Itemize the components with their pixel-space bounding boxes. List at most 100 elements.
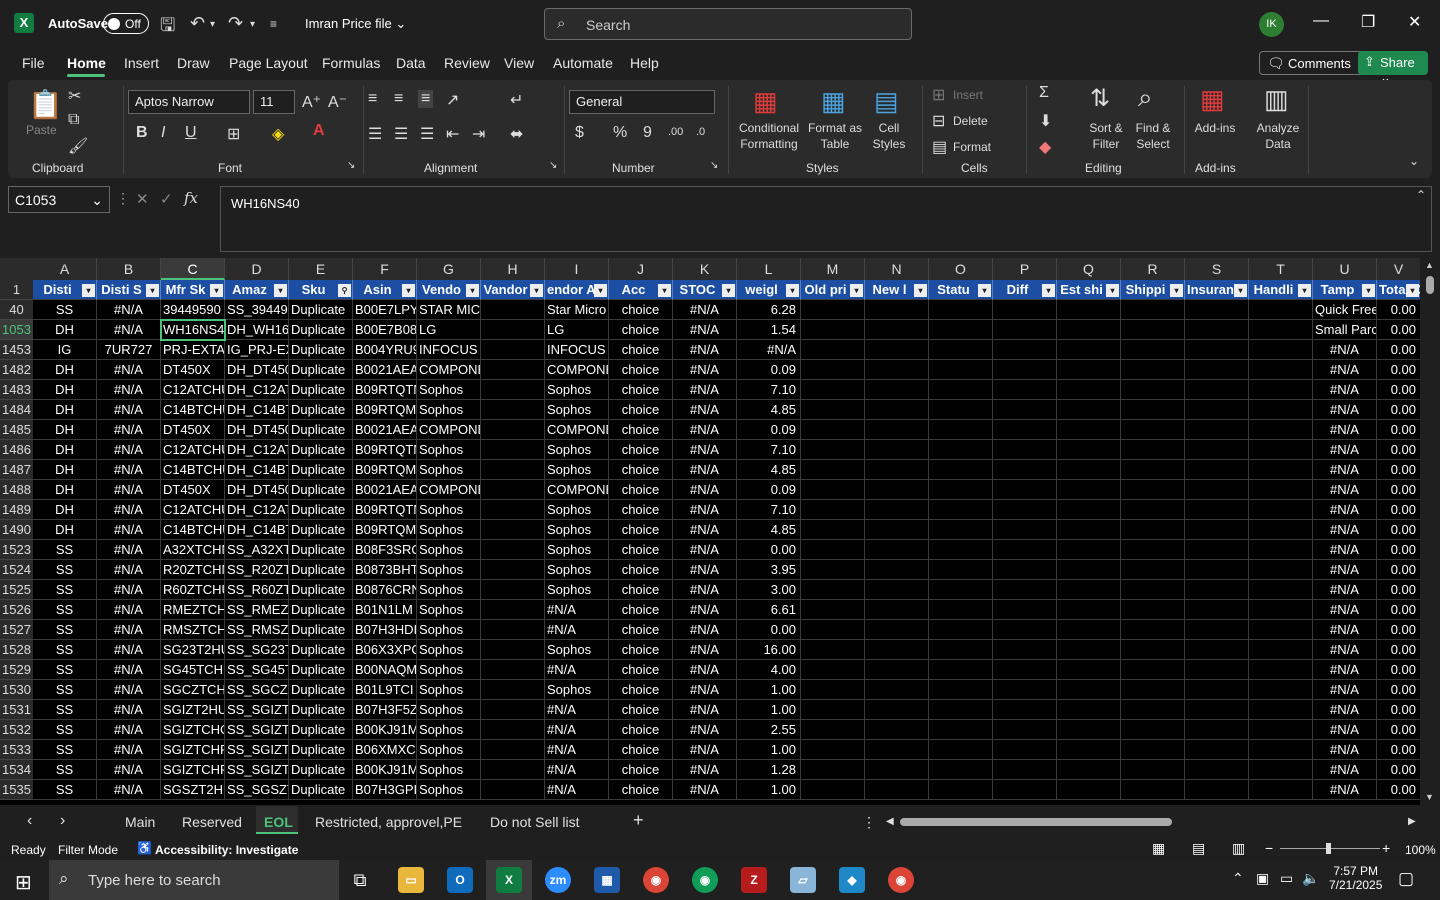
cell-d1535[interactable]: SS_SGSZT2 (225, 780, 289, 800)
cell-f1534[interactable]: B00KJ91M (353, 760, 417, 780)
italic-icon[interactable]: I (161, 124, 165, 142)
cell-s1533[interactable] (1185, 740, 1249, 760)
cell-k1524[interactable]: #N/A (673, 560, 737, 580)
autosum-icon[interactable]: Σ (1039, 84, 1049, 102)
column-header-m[interactable]: M (801, 258, 865, 280)
cell-g1532[interactable]: Sophos (417, 720, 481, 740)
cell-k1523[interactable]: #N/A (673, 540, 737, 560)
next-sheet-icon[interactable]: › (60, 812, 65, 830)
cell-q1533[interactable] (1057, 740, 1121, 760)
cell-m1523[interactable] (801, 540, 865, 560)
cell-m1533[interactable] (801, 740, 865, 760)
cell-o1489[interactable] (929, 500, 993, 520)
cell-k1531[interactable]: #N/A (673, 700, 737, 720)
cell-r1053[interactable] (1121, 320, 1185, 340)
increase-indent-icon[interactable]: ⇥ (472, 124, 485, 144)
cell-f1531[interactable]: B07H3F5Z (353, 700, 417, 720)
cell-c1529[interactable]: SG45TCHP (161, 660, 225, 680)
cell-t1488[interactable] (1249, 480, 1313, 500)
cell-s1529[interactable] (1185, 660, 1249, 680)
cell-n1453[interactable] (865, 340, 929, 360)
cell-o1528[interactable] (929, 640, 993, 660)
cell-v1489[interactable]: 0.00 (1377, 500, 1420, 520)
cell-d1534[interactable]: SS_SGIZTC (225, 760, 289, 780)
cell-r1483[interactable] (1121, 380, 1185, 400)
cell-d1485[interactable]: DH_DT450 (225, 420, 289, 440)
cell-r1533[interactable] (1121, 740, 1185, 760)
addins-icon[interactable]: ▦ (1200, 84, 1225, 115)
cell-l1484[interactable]: 4.85 (737, 400, 801, 420)
cell-j1532[interactable]: choice (609, 720, 673, 740)
cell-l1531[interactable]: 1.00 (737, 700, 801, 720)
cell-m1525[interactable] (801, 580, 865, 600)
cell-e1528[interactable]: Duplicate (289, 640, 353, 660)
clock[interactable]: 7:57 PM 7/21/2025 (1329, 864, 1382, 892)
header-cell-m[interactable]: Old pri ▾ (801, 280, 865, 300)
cell-g1527[interactable]: Sophos (417, 620, 481, 640)
cell-d1453[interactable]: IG_PRJ-EX (225, 340, 289, 360)
cell-j1530[interactable]: choice (609, 680, 673, 700)
cell-i1053[interactable]: LG (545, 320, 609, 340)
cell-a1535[interactable]: SS (33, 780, 97, 800)
cell-d1484[interactable]: DH_C14BT (225, 400, 289, 420)
cell-c1527[interactable]: RMSZTCH1 (161, 620, 225, 640)
cell-v1483[interactable]: 0.00 (1377, 380, 1420, 400)
cell-g1487[interactable]: Sophos (417, 460, 481, 480)
filter-dropdown-icon[interactable]: ▾ (210, 284, 223, 297)
cell-l1489[interactable]: 7.10 (737, 500, 801, 520)
header-cell-a[interactable]: Disti ▾ (33, 280, 97, 300)
cell-p40[interactable] (993, 300, 1057, 320)
cell-r1525[interactable] (1121, 580, 1185, 600)
cell-m1453[interactable] (801, 340, 865, 360)
cell-e1529[interactable]: Duplicate (289, 660, 353, 680)
cell-k1488[interactable]: #N/A (673, 480, 737, 500)
tab-formulas[interactable]: Formulas (322, 55, 380, 71)
cell-g1534[interactable]: Sophos (417, 760, 481, 780)
task-view-icon[interactable]: ⧉ (347, 867, 373, 893)
cell-k1532[interactable]: #N/A (673, 720, 737, 740)
cell-g1488[interactable]: COMPONENTDESIGN (417, 480, 481, 500)
cell-k1453[interactable]: #N/A (673, 340, 737, 360)
cell-a1482[interactable]: DH (33, 360, 97, 380)
cell-o1535[interactable] (929, 780, 993, 800)
cell-g1525[interactable]: Sophos (417, 580, 481, 600)
cell-m1529[interactable] (801, 660, 865, 680)
row-header[interactable]: 1489 (0, 500, 33, 520)
cell-c1483[interactable]: C12ATCHU (161, 380, 225, 400)
cell-j1534[interactable]: choice (609, 760, 673, 780)
cell-r1485[interactable] (1121, 420, 1185, 440)
cell-q1053[interactable] (1057, 320, 1121, 340)
cell-t1534[interactable] (1249, 760, 1313, 780)
cell-r1523[interactable] (1121, 540, 1185, 560)
file-name[interactable]: Imran Price file ⌄ (305, 16, 406, 32)
cell-o1531[interactable] (929, 700, 993, 720)
cell-j1487[interactable]: choice (609, 460, 673, 480)
cell-p1453[interactable] (993, 340, 1057, 360)
header-cell-u[interactable]: Tamp ▾ (1313, 280, 1377, 300)
row-header[interactable]: 1523 (0, 540, 33, 560)
conditional-formatting-button[interactable]: Conditional Formatting (730, 120, 808, 152)
cell-g1486[interactable]: Sophos (417, 440, 481, 460)
cell-i1526[interactable]: #N/A (545, 600, 609, 620)
confirm-entry-icon[interactable]: ✓ (160, 190, 173, 208)
cell-g1524[interactable]: Sophos (417, 560, 481, 580)
cell-f1483[interactable]: B09RTQTN (353, 380, 417, 400)
cell-l40[interactable]: 6.28 (737, 300, 801, 320)
column-header-v[interactable]: V (1377, 258, 1420, 280)
cell-l1525[interactable]: 3.00 (737, 580, 801, 600)
cell-h1534[interactable] (481, 760, 545, 780)
cell-b1490[interactable]: #N/A (97, 520, 161, 540)
cell-h1531[interactable] (481, 700, 545, 720)
cell-g1483[interactable]: Sophos (417, 380, 481, 400)
cell-u1535[interactable]: #N/A (1313, 780, 1377, 800)
row-header[interactable]: 1485 (0, 420, 33, 440)
cell-m1534[interactable] (801, 760, 865, 780)
sheet-tab-do-not-sell[interactable]: Do not Sell list (490, 814, 579, 830)
cell-o1485[interactable] (929, 420, 993, 440)
cell-b1534[interactable]: #N/A (97, 760, 161, 780)
cell-d1489[interactable]: DH_C12AT (225, 500, 289, 520)
cell-j1531[interactable]: choice (609, 700, 673, 720)
cell-f1482[interactable]: B0021AEA (353, 360, 417, 380)
cell-b1530[interactable]: #N/A (97, 680, 161, 700)
cell-q1534[interactable] (1057, 760, 1121, 780)
